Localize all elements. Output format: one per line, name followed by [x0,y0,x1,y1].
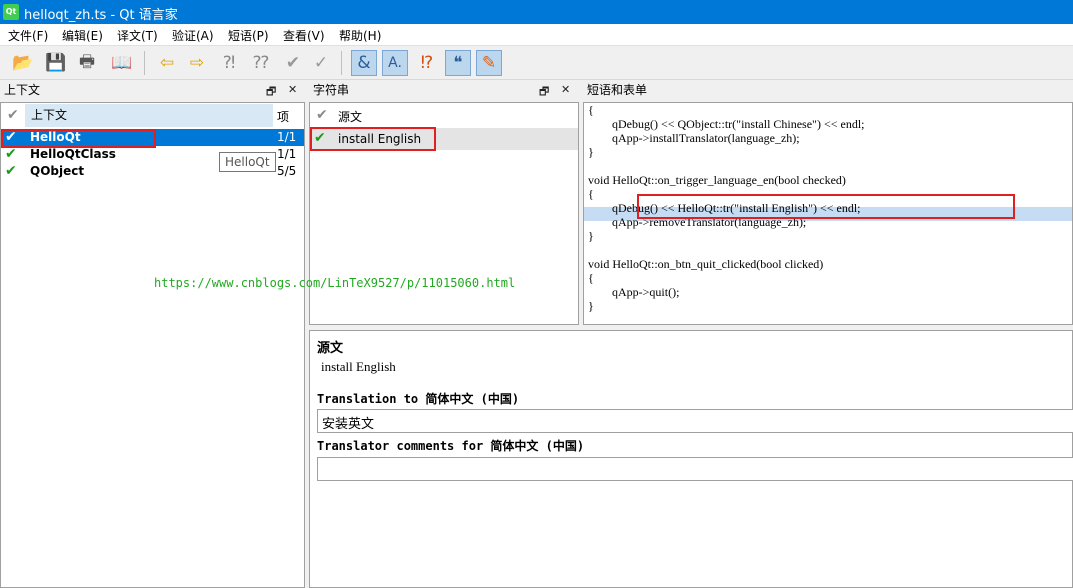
float-icon[interactable]: 🗗 [266,83,276,102]
ending-punctuation-icon[interactable]: A. [382,50,408,76]
prev-icon[interactable]: ⇦ [154,50,180,76]
code-line: qApp->installTranslator(language_zh); [588,131,800,145]
menu-file[interactable]: 文件(F) [8,27,48,44]
header-check-icon: ✔ [316,107,328,123]
toolbar-separator [341,51,342,75]
red-highlight-box [637,194,1015,219]
code-line: } [588,229,594,243]
save-icon[interactable]: 💾 [43,50,69,76]
done-icon[interactable]: ✔ [280,50,306,76]
phrase-match-icon[interactable]: ⁉ [414,50,440,76]
code-line: void HelloQt::on_trigger_language_en(boo… [588,173,846,187]
done-check-icon: ✔ [5,163,17,179]
context-items: 1/1 [277,147,297,161]
place-marker-icon[interactable]: ❝ [445,50,471,76]
context-list: ✔ 上下文 项 ✔ HelloQt 1/1 ✔ HelloQtClass 1/1… [0,102,305,588]
watermark-url: https://www.cnblogs.com/LinTeX9527/p/110… [154,276,516,290]
context-items: 1/1 [277,130,297,144]
translation-value: 安装英文 [322,417,375,432]
close-icon[interactable]: ✕ [561,83,570,96]
code-line: { [588,103,594,117]
menu-translation[interactable]: 译文(T) [117,27,158,44]
window-title: helloqt_zh.ts - Qt 语言家 [24,8,178,23]
context-name: HelloQtClass [30,147,116,161]
code-line: { [588,271,594,285]
phrases-dock-title: 短语和表单 [587,83,648,97]
header-check-icon: ✔ [7,107,19,123]
source-code-view: { qDebug() << QObject::tr("install Chine… [583,102,1073,325]
source-text: install English [321,359,396,374]
code-line: } [588,299,594,313]
context-items: 5/5 [277,164,297,178]
float-icon[interactable]: 🗗 [539,83,549,102]
translation-label: Translation to 简体中文 (中国) [317,392,520,406]
code-line: } [588,145,594,159]
menu-phrases[interactable]: 短语(P) [228,27,269,44]
phrasebook-icon[interactable]: 📖 [109,50,135,76]
code-line: qDebug() << QObject::tr("install Chinese… [588,117,865,131]
header-items[interactable]: 项 [277,108,289,125]
comments-label: Translator comments for 简体中文 (中国) [317,439,585,453]
strings-dock: 字符串 🗗 ✕ ✔ 源文 ✔ install English [309,81,579,327]
toolbar-separator [144,51,145,75]
tooltip: HelloQt [219,152,276,172]
accelerator-icon[interactable]: & [351,50,377,76]
toolbar: 📂 💾 🖶 📖 ⇦ ⇨ ⁈ ⁇ ✔ ✓ & A. ⁉ ❝ ✎ [0,46,1073,80]
done-next-icon[interactable]: ✓ [308,50,334,76]
next-icon[interactable]: ⇨ [184,50,210,76]
prev-unfinished-icon[interactable]: ⁈ [216,50,242,76]
menu-help[interactable]: 帮助(H) [339,27,381,44]
open-folder-icon[interactable]: 📂 [10,50,36,76]
phrases-dock: 短语和表单 { qDebug() << QObject::tr("install… [583,81,1073,327]
context-list-header: ✔ 上下文 项 [1,104,304,127]
translator-comments-field[interactable] [317,457,1073,481]
next-unfinished-icon[interactable]: ⁇ [248,50,274,76]
close-icon[interactable]: ✕ [288,83,297,96]
header-context[interactable]: 上下文 [25,104,273,127]
translation-editor: 源文 install English Translation to 简体中文 (… [309,330,1073,588]
menu-validation[interactable]: 验证(A) [172,27,214,44]
print-icon[interactable]: 🖶 [74,50,100,76]
menu-view[interactable]: 查看(V) [283,27,325,44]
menu-edit[interactable]: 编辑(E) [62,27,103,44]
title-bar: Qt helloqt_zh.ts - Qt 语言家 [0,0,1073,24]
source-label: 源文 [317,340,344,355]
done-check-icon: ✔ [5,146,17,162]
strings-list-header: ✔ 源文 [310,104,578,127]
menu-bar: 文件(F) 编辑(E) 译文(T) 验证(A) 短语(P) 查看(V) 帮助(H… [0,24,1073,46]
header-source[interactable]: 源文 [338,108,362,125]
context-name: QObject [30,164,85,178]
context-dock: 上下文 🗗 ✕ ✔ 上下文 项 ✔ HelloQt 1/1 ✔ HelloQtC… [0,81,305,588]
surrounding-whitespace-icon[interactable]: ✎ [476,50,502,76]
qt-app-icon: Qt [3,4,19,20]
red-highlight-box [310,127,436,151]
code-line: qApp->quit(); [588,285,680,299]
strings-list: ✔ 源文 ✔ install English [309,102,579,325]
translation-field[interactable]: 安装英文 [317,409,1073,433]
code-line: { [588,187,594,201]
code-line: void HelloQt::on_btn_quit_clicked(bool c… [588,257,824,271]
context-dock-title: 上下文 [4,83,41,97]
